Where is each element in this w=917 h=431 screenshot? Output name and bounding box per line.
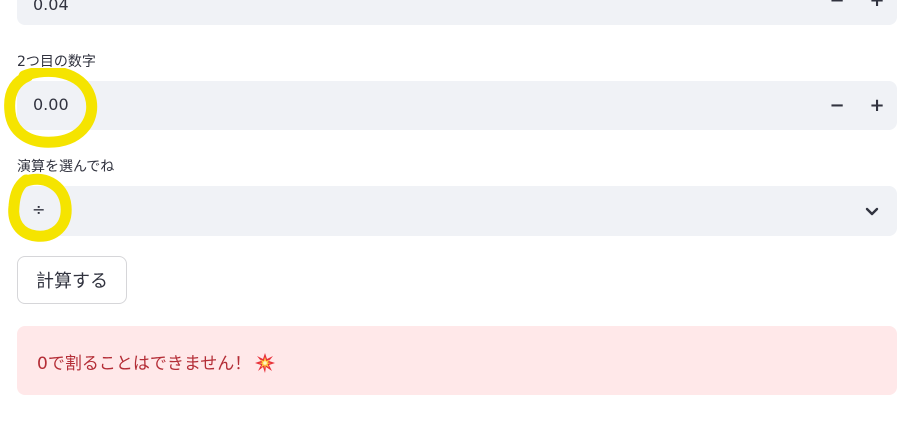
error-alert-content: 0で割ることはできません！ (37, 349, 276, 374)
first-number-increment-button[interactable]: + (857, 0, 897, 25)
error-message: 0で割ることはできません！ (37, 354, 252, 374)
second-number-decrement-button[interactable]: − (817, 81, 857, 130)
operation-selected-value: ÷ (32, 200, 46, 219)
first-number-decrement-button[interactable]: − (817, 0, 857, 25)
calculate-button[interactable]: 計算する (17, 256, 127, 304)
first-number-value[interactable]: 0.04 (33, 0, 69, 14)
collision-icon (255, 352, 276, 373)
error-alert: 0で割ることはできません！ (17, 326, 897, 395)
first-number-stepper: − + (817, 0, 897, 25)
chevron-down-icon[interactable] (863, 202, 881, 220)
second-number-label: 2つ目の数字 (17, 54, 96, 70)
app-page: 0.04 − + 2つ目の数字 0.00 − + 演算を選んでね ÷ 計算する … (0, 0, 917, 431)
second-number-stepper: − + (817, 81, 897, 130)
second-number-value[interactable]: 0.00 (33, 95, 69, 114)
operation-select[interactable]: ÷ (17, 186, 897, 236)
operation-label: 演算を選んでね (17, 159, 115, 175)
first-number-input[interactable]: 0.04 − + (17, 0, 897, 25)
second-number-input[interactable]: 0.00 − + (17, 81, 897, 130)
second-number-increment-button[interactable]: + (857, 81, 897, 130)
